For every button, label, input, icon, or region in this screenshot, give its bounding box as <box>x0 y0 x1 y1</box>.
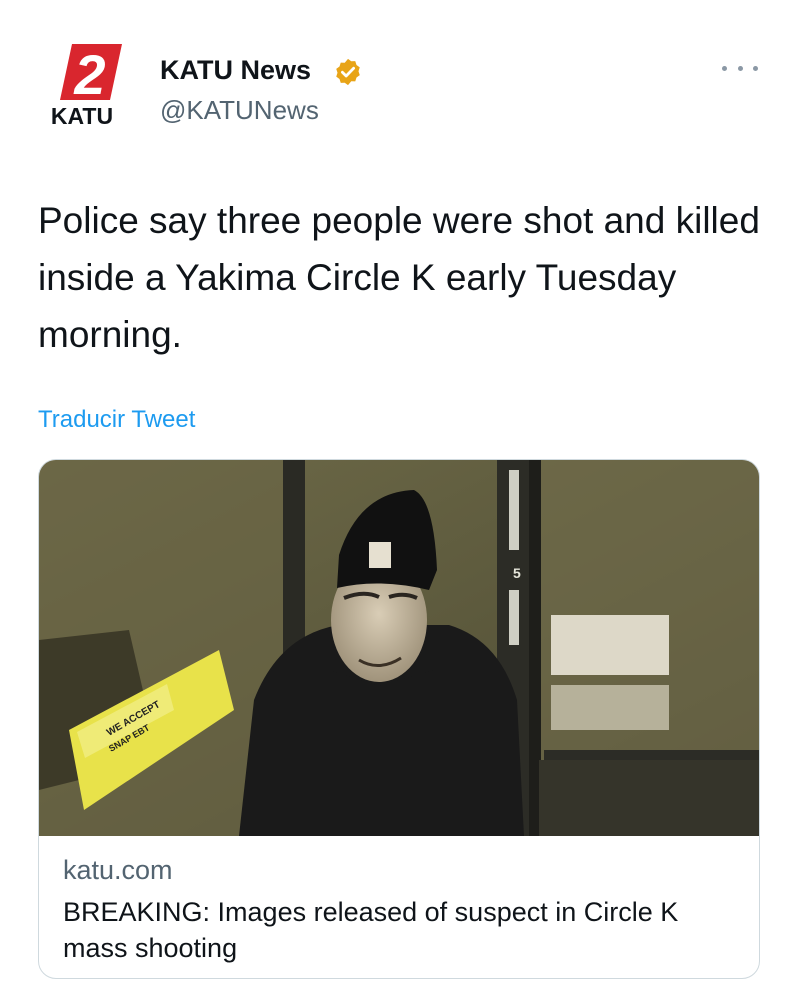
author-display-name[interactable]: KATU News <box>160 55 311 86</box>
tweet-header: 2 KATU KATU News @KATUNews <box>0 0 800 150</box>
link-card[interactable]: WE ACCEPT SNAP EBT 5 katu.com BREAKING: … <box>38 459 760 979</box>
logo-number: 2 <box>73 43 105 106</box>
door-number: 5 <box>513 565 521 581</box>
more-horizontal-icon[interactable] <box>722 56 758 80</box>
logo-wordmark: KATU <box>51 103 113 128</box>
katu-logo-avatar[interactable]: 2 KATU <box>46 42 132 128</box>
verified-badge-icon <box>336 58 360 86</box>
card-image-suspect-photo: WE ACCEPT SNAP EBT 5 <box>39 460 759 836</box>
translate-tweet-link[interactable]: Traducir Tweet <box>38 406 195 434</box>
author-handle[interactable]: @KATUNews <box>160 95 319 126</box>
card-domain: katu.com <box>63 855 173 885</box>
tweet-text: Police say three people were shot and ki… <box>38 200 760 355</box>
card-title: BREAKING: Images released of suspect in … <box>63 897 679 963</box>
